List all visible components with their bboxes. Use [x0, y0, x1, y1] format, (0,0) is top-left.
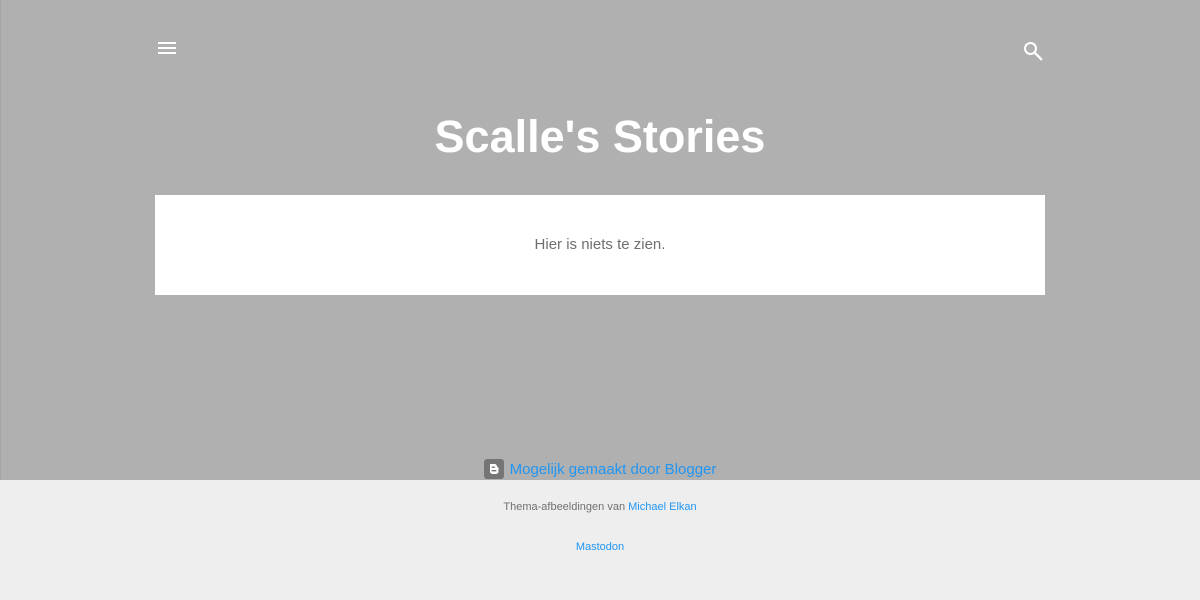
- blogger-icon: [483, 459, 504, 479]
- attribution-prefix: Thema-afbeeldingen van: [503, 501, 626, 513]
- hamburger-menu-button[interactable]: [156, 38, 178, 60]
- empty-posts-message: Hier is niets te zien.: [534, 236, 666, 253]
- search-icon: [1024, 42, 1043, 61]
- blog-title[interactable]: Scalle's Stories: [0, 110, 1200, 164]
- attribution-author-link[interactable]: Michael Elkan: [628, 501, 696, 513]
- search-button[interactable]: [1021, 39, 1045, 63]
- theme-attribution: Thema-afbeeldingen van Michael Elkan: [0, 500, 1200, 514]
- mastodon-section: Mastodon: [0, 540, 1200, 554]
- powered-by-section: Mogelijk gemaakt door Blogger: [0, 459, 1200, 480]
- powered-by-label: Mogelijk gemaakt door Blogger: [509, 460, 717, 478]
- content-card: Hier is niets te zien.: [155, 195, 1045, 295]
- mastodon-link[interactable]: Mastodon: [576, 541, 624, 553]
- page-edge: [0, 0, 1, 480]
- hamburger-menu-icon: [158, 42, 176, 54]
- powered-by-blogger-link[interactable]: Mogelijk gemaakt door Blogger: [483, 459, 717, 479]
